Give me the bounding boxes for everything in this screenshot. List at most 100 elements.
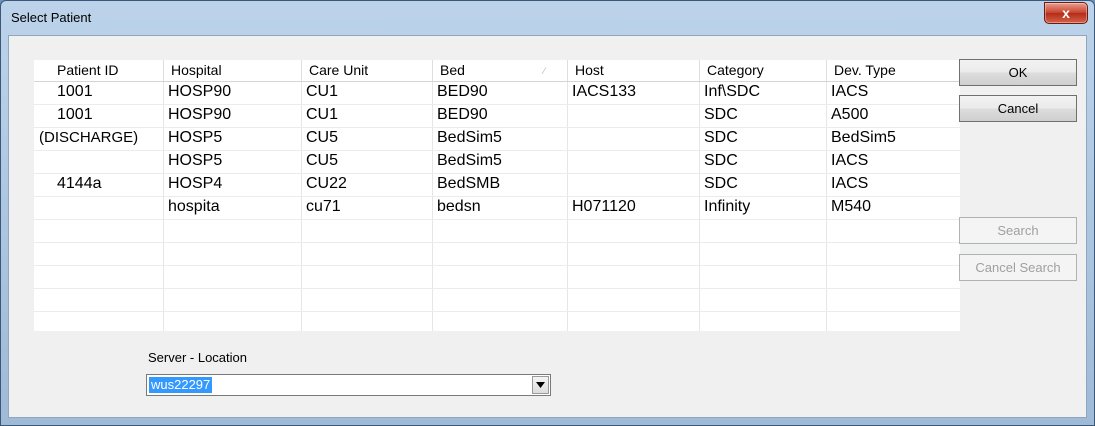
cell-category [700, 289, 827, 311]
cell-dev-type: IACS [831, 175, 869, 192]
cell-dev-type: M540 [831, 198, 872, 215]
cell-bed: BedSim5 [433, 151, 568, 173]
cell-category [700, 220, 827, 242]
column-header-label: Patient ID [57, 62, 119, 78]
column-header-label: Hospital [171, 62, 222, 78]
cell-hospital [164, 243, 302, 265]
cell-dev-type: A500 [831, 106, 869, 123]
close-button[interactable]: x [1044, 2, 1088, 24]
table-row[interactable]: hospita cu71 bedsn H071120 Infinity M540 [34, 197, 960, 220]
sort-indicator-icon: ⁄ [543, 66, 545, 76]
cell-category: Infinity [700, 197, 827, 219]
cell-bed [433, 289, 568, 311]
list-rows: 1001 HOSP90 CU1 BED90 IACS133 Inf\SDC IACS 1001… [34, 82, 960, 331]
table-row[interactable]: HOSP5 CU5 BedSim5 SDC IACS [34, 151, 960, 174]
cell-hospital [164, 289, 302, 311]
cell-hospital: HOSP90 [164, 105, 302, 127]
cell-host [568, 174, 700, 196]
select-patient-dialog: Select Patient x Patient ID Hospital Care … [0, 0, 1095, 426]
cell-dev-type: BedSim5 [831, 129, 896, 146]
cancel-button[interactable]: Cancel [959, 95, 1077, 122]
cell-bed [433, 243, 568, 265]
cell-patient-id [34, 151, 164, 173]
cell-patient-id [34, 220, 164, 242]
table-row[interactable] [34, 243, 960, 266]
cancel-search-button[interactable]: Cancel Search [959, 254, 1077, 281]
cell-dev-type [827, 312, 960, 331]
column-header-label: Host [575, 62, 604, 78]
cell-bed: BED90 [433, 82, 568, 104]
cell-bed: BED90 [433, 105, 568, 127]
column-header-patient-id[interactable]: Patient ID [34, 60, 164, 81]
cell-category [700, 312, 827, 331]
ok-button[interactable]: OK [959, 59, 1077, 86]
column-header-host[interactable]: Host [568, 60, 700, 81]
server-location-value: wus22297 [149, 377, 213, 393]
cell-bed [433, 220, 568, 242]
column-header-label: Category [707, 62, 764, 78]
cell-patient-id: 1001 [34, 82, 164, 104]
cell-host: IACS133 [568, 82, 700, 104]
cell-category: SDC [700, 151, 827, 173]
table-row[interactable] [34, 220, 960, 243]
window-title: Select Patient [11, 10, 92, 25]
cell-category: SDC [700, 105, 827, 127]
cell-host [568, 151, 700, 173]
table-row[interactable] [34, 312, 960, 331]
cell-bed: bedsn [433, 197, 568, 219]
cell-host [568, 266, 700, 288]
table-row[interactable]: 1001 HOSP90 CU1 BED90 IACS133 Inf\SDC IACS [34, 82, 960, 105]
cell-care-unit [302, 243, 433, 265]
cell-host [568, 289, 700, 311]
cell-dev-type: IACS [831, 152, 869, 169]
table-row[interactable]: 4144a HOSP4 CU22 BedSMB SDC IACS [34, 174, 960, 197]
cell-bed [433, 312, 568, 331]
cell-hospital [164, 220, 302, 242]
cell-hospital [164, 266, 302, 288]
cell-host [568, 128, 700, 150]
column-header-care-unit[interactable]: Care Unit [302, 60, 433, 81]
cell-dev-type: IACS [831, 83, 869, 100]
title-bar[interactable]: Select Patient x [1, 1, 1094, 35]
cell-category: Inf\SDC [700, 82, 827, 104]
column-header-label: Bed [440, 62, 465, 78]
column-header-category[interactable]: Category [700, 60, 827, 81]
cell-care-unit: CU22 [302, 174, 433, 196]
cell-care-unit: CU5 [302, 128, 433, 150]
cell-bed: BedSim5 [433, 128, 568, 150]
cell-dev-type [827, 220, 960, 242]
cell-bed [433, 266, 568, 288]
server-location-label: Server - Location [148, 350, 247, 365]
cell-category: SDC [700, 128, 827, 150]
cell-category [700, 243, 827, 265]
cell-patient-id [34, 243, 164, 265]
cell-hospital [164, 312, 302, 331]
table-row[interactable]: 1001 HOSP90 CU1 BED90 SDC A500 [34, 105, 960, 128]
cell-care-unit [302, 220, 433, 242]
cell-host: H071120 [568, 197, 700, 219]
cell-host [568, 105, 700, 127]
dialog-client-area: Patient ID Hospital Care Unit Bed ⁄ Host Categ… [8, 35, 1087, 418]
cell-patient-id [34, 312, 164, 331]
server-location-select[interactable]: wus22297 [146, 374, 551, 396]
cell-care-unit [302, 289, 433, 311]
column-header-label: Dev. Type [834, 62, 896, 78]
table-row[interactable] [34, 289, 960, 312]
cell-host [568, 220, 700, 242]
cell-hospital: HOSP5 [164, 151, 302, 173]
cell-care-unit [302, 312, 433, 331]
patient-list[interactable]: Patient ID Hospital Care Unit Bed ⁄ Host Categ… [34, 60, 960, 331]
column-header-label: Care Unit [309, 62, 369, 78]
dropdown-button[interactable] [532, 376, 549, 394]
search-button[interactable]: Search [959, 217, 1077, 244]
cell-patient-id: (DISCHARGE) [34, 128, 164, 150]
table-row[interactable] [34, 266, 960, 289]
cell-care-unit: CU1 [302, 82, 433, 104]
column-header-bed[interactable]: Bed ⁄ [433, 60, 568, 81]
cell-patient-id: 4144a [34, 174, 164, 196]
column-header-hospital[interactable]: Hospital [164, 60, 302, 81]
cell-care-unit: cu71 [302, 197, 433, 219]
cell-patient-id: 1001 [34, 105, 164, 127]
column-header-dev-type[interactable]: Dev. Type [827, 60, 960, 81]
table-row[interactable]: (DISCHARGE) HOSP5 CU5 BedSim5 SDC BedSim5 [34, 128, 960, 151]
